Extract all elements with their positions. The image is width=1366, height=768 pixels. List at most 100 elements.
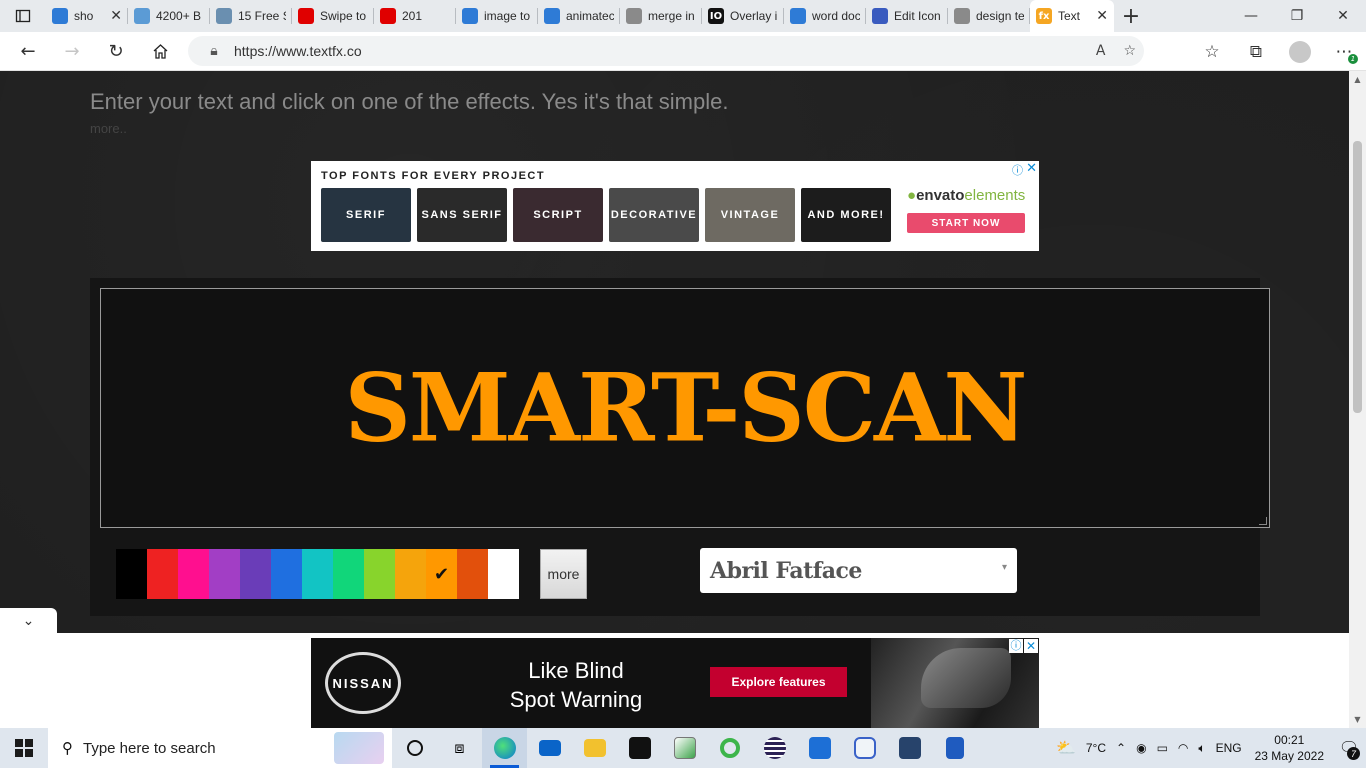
refresh-button[interactable]: ↻ bbox=[94, 32, 138, 71]
page-scrollbar[interactable]: ▲ ▼ bbox=[1349, 71, 1366, 728]
ring-app-button[interactable] bbox=[707, 728, 752, 768]
ad-info-icon[interactable]: ⓘ bbox=[1012, 162, 1023, 178]
color-swatch[interactable]: ✔ bbox=[426, 549, 457, 599]
close-tab-icon[interactable]: ✕ bbox=[110, 8, 122, 24]
resize-handle[interactable] bbox=[1259, 517, 1267, 525]
weather-icon[interactable]: ⛅ bbox=[1051, 738, 1081, 758]
envato-ad-banner[interactable]: TOP FONTS FOR EVERY PROJECT SERIF SANS SE… bbox=[311, 161, 1039, 251]
tab-2[interactable]: 15 Free S bbox=[210, 0, 292, 32]
tab-10[interactable]: Edit Icon bbox=[866, 0, 948, 32]
settings-menu-button[interactable]: ⋯ 1 bbox=[1322, 32, 1366, 71]
profile-button[interactable] bbox=[1278, 32, 1322, 71]
chevron-up-icon[interactable]: ⌃ bbox=[1111, 741, 1131, 755]
tab-1[interactable]: 4200+ B bbox=[128, 0, 210, 32]
more-link[interactable]: more.. bbox=[90, 121, 127, 136]
language-indicator[interactable]: ENG bbox=[1211, 741, 1247, 755]
taskbar-search[interactable]: ⚲ Type here to search bbox=[48, 728, 392, 768]
color-swatch[interactable] bbox=[209, 549, 240, 599]
color-swatch[interactable] bbox=[302, 549, 333, 599]
start-button[interactable] bbox=[0, 728, 48, 768]
more-colors-button[interactable]: more bbox=[540, 549, 587, 599]
editor-text[interactable]: SMART-SCAN bbox=[344, 353, 1027, 463]
weather-temp[interactable]: 7°C bbox=[1081, 741, 1111, 755]
font-select[interactable]: Abril Fatface ▾ bbox=[700, 548, 1017, 593]
ad-info-icon[interactable]: ⓘ bbox=[1009, 639, 1023, 653]
add-favorite-icon[interactable]: ☆ bbox=[1123, 43, 1136, 59]
color-swatch[interactable] bbox=[178, 549, 209, 599]
collections-button[interactable]: ⧉ bbox=[1234, 32, 1278, 71]
address-bar[interactable]: 🔒︎ https://www.textfx.co A ☆ bbox=[188, 36, 1144, 66]
font-category-tile[interactable]: SCRIPT bbox=[513, 188, 603, 242]
tab-5[interactable]: image to bbox=[456, 0, 538, 32]
io-icon: IO bbox=[708, 8, 724, 24]
charts-app-button[interactable] bbox=[662, 728, 707, 768]
lock-icon[interactable]: 🔒︎ bbox=[200, 43, 228, 59]
ad-close-icon[interactable]: ✕ bbox=[1024, 639, 1038, 653]
color-swatch[interactable] bbox=[457, 549, 488, 599]
color-swatch[interactable] bbox=[333, 549, 364, 599]
task-view-button[interactable]: ⧈ bbox=[437, 728, 482, 768]
font-category-tile[interactable]: VINTAGE bbox=[705, 188, 795, 242]
url-text[interactable]: https://www.textfx.co bbox=[234, 43, 362, 59]
font-category-tile[interactable]: SANS SERIF bbox=[417, 188, 507, 242]
tab-12[interactable]: fx Text ✕ bbox=[1030, 0, 1114, 32]
mysql-workbench-button[interactable] bbox=[887, 728, 932, 768]
restore-button[interactable]: ❐ bbox=[1274, 0, 1320, 32]
tab-0[interactable]: sho ✕ bbox=[46, 0, 128, 32]
collapse-ad-button[interactable]: ⌄ bbox=[0, 608, 57, 634]
start-now-button[interactable]: START NOW bbox=[907, 213, 1025, 233]
intellij-button[interactable] bbox=[617, 728, 662, 768]
tab-8[interactable]: IO Overlay i bbox=[702, 0, 784, 32]
ad-title: TOP FONTS FOR EVERY PROJECT bbox=[321, 170, 546, 182]
mail-button[interactable] bbox=[527, 728, 572, 768]
hexagon-app-icon bbox=[853, 737, 876, 759]
cortana-button[interactable] bbox=[392, 728, 437, 768]
minimize-button[interactable]: — bbox=[1228, 0, 1274, 32]
edge-taskbar-button[interactable] bbox=[482, 728, 527, 768]
font-category-tile[interactable]: AND MORE! bbox=[801, 188, 891, 242]
app-hex-button[interactable] bbox=[842, 728, 887, 768]
favorites-button[interactable]: ☆ bbox=[1190, 32, 1234, 71]
tab-11[interactable]: design te bbox=[948, 0, 1030, 32]
explore-features-button[interactable]: Explore features bbox=[710, 667, 847, 697]
read-aloud-icon[interactable]: A bbox=[1096, 43, 1106, 59]
ad-close-icon[interactable]: ✕ bbox=[1026, 161, 1037, 176]
forward-button[interactable]: → bbox=[50, 32, 94, 71]
scrollbar-thumb[interactable] bbox=[1353, 141, 1362, 413]
color-swatch[interactable] bbox=[395, 549, 426, 599]
tab-9[interactable]: word doc bbox=[784, 0, 866, 32]
store-button[interactable] bbox=[797, 728, 842, 768]
color-swatch[interactable] bbox=[364, 549, 395, 599]
tab-7[interactable]: merge in bbox=[620, 0, 702, 32]
color-swatch[interactable] bbox=[240, 549, 271, 599]
clock[interactable]: 00:21 23 May 2022 bbox=[1247, 732, 1332, 764]
tab-4[interactable]: 201 bbox=[374, 0, 456, 32]
scroll-up-icon[interactable]: ▲ bbox=[1349, 75, 1366, 84]
file-explorer-button[interactable] bbox=[572, 728, 617, 768]
home-button[interactable] bbox=[138, 32, 182, 71]
tab-6[interactable]: animatec bbox=[538, 0, 620, 32]
back-button[interactable]: ← bbox=[6, 32, 50, 71]
nissan-ad-banner[interactable]: NISSAN Like Blind Spot Warning Explore f… bbox=[311, 638, 1039, 728]
word-button[interactable] bbox=[932, 728, 977, 768]
scroll-down-icon[interactable]: ▼ bbox=[1349, 715, 1366, 724]
color-swatch[interactable] bbox=[147, 549, 178, 599]
tab-actions-button[interactable] bbox=[0, 0, 46, 32]
battery-icon[interactable]: ▭ bbox=[1152, 741, 1173, 755]
eclipse-button[interactable] bbox=[752, 728, 797, 768]
color-swatch[interactable] bbox=[116, 549, 147, 599]
new-tab-button[interactable]: + bbox=[1114, 4, 1148, 29]
close-window-button[interactable]: ✕ bbox=[1320, 0, 1366, 32]
notification-center-button[interactable]: 🗨︎ 7 bbox=[1332, 728, 1366, 768]
text-editor[interactable]: SMART-SCAN bbox=[100, 288, 1270, 528]
volume-icon[interactable]: 🔈︎ bbox=[1193, 741, 1210, 756]
font-category-tile[interactable]: DECORATIVE bbox=[609, 188, 699, 242]
tab-3[interactable]: Swipe to bbox=[292, 0, 374, 32]
color-swatch[interactable] bbox=[271, 549, 302, 599]
font-category-tile[interactable]: SERIF bbox=[321, 188, 411, 242]
color-swatch[interactable] bbox=[488, 549, 519, 599]
wifi-icon[interactable]: ◠ bbox=[1173, 741, 1193, 755]
clock-date: 23 May 2022 bbox=[1254, 749, 1324, 763]
camera-icon[interactable]: ◉ bbox=[1131, 741, 1151, 755]
close-tab-icon[interactable]: ✕ bbox=[1096, 8, 1108, 24]
